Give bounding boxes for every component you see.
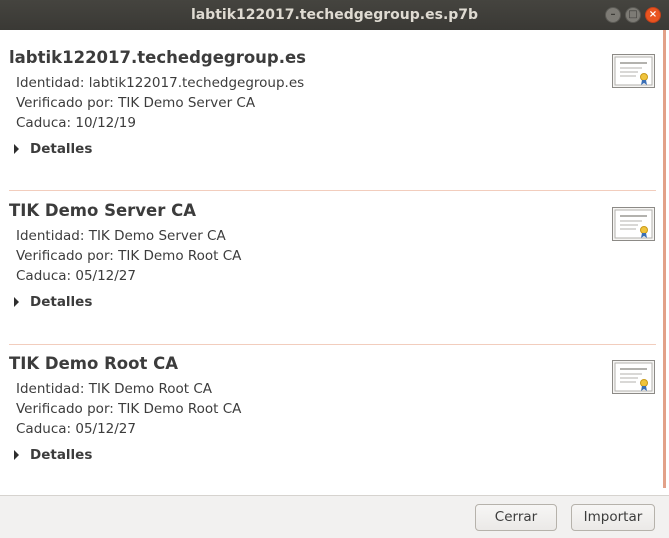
scrollbar-indicator[interactable] [663,30,666,488]
title-bar[interactable]: labtik122017.techedgegroup.es.p7b – □ × [0,0,669,30]
certificate-title: labtik122017.techedgegroup.es [9,48,306,67]
certificate-icon [612,360,655,394]
certificate-identity: Identidad: TIK Demo Root CA [16,381,213,397]
certificate-item: TIK Demo Server CA Identidad: TIK Demo S… [0,183,661,336]
certificate-item: labtik122017.techedgegroup.es Identidad:… [0,30,661,183]
details-expander[interactable]: Detalles [14,447,92,463]
maximize-icon[interactable]: □ [625,7,641,23]
details-label: Detalles [30,141,93,157]
certificate-verified-by: Verificado por: TIK Demo Root CA [16,401,242,417]
certificate-icon [612,207,655,241]
certificate-title: TIK Demo Server CA [9,201,197,220]
certificate-expiry: Caduca: 10/12/19 [16,115,136,131]
import-button[interactable]: Importar [571,504,655,531]
expander-arrow-icon [14,450,19,460]
certificate-identity: Identidad: TIK Demo Server CA [16,228,226,244]
certificate-icon [612,54,655,88]
certificate-expiry: Caduca: 05/12/27 [16,421,136,437]
window-title: labtik122017.techedgegroup.es.p7b [190,7,479,23]
close-icon[interactable]: × [645,7,661,23]
scrollbar[interactable] [661,30,669,495]
details-label: Detalles [30,447,93,463]
certificate-identity: Identidad: labtik122017.techedgegroup.es [16,75,305,91]
details-expander[interactable]: Detalles [14,141,92,157]
certificate-verified-by: Verificado por: TIK Demo Server CA [16,95,256,111]
certificate-verified-by: Verificado por: TIK Demo Root CA [16,248,242,264]
close-button[interactable]: Cerrar [475,504,557,531]
certificate-list: labtik122017.techedgegroup.es Identidad:… [0,30,661,495]
certificate-title: TIK Demo Root CA [9,354,178,373]
certificate-dialog: labtik122017.techedgegroup.es.p7b – □ × … [0,0,669,538]
expander-arrow-icon [14,297,19,307]
certificate-expiry: Caduca: 05/12/27 [16,268,136,284]
window-controls: – □ × [605,7,661,23]
expander-arrow-icon [14,144,19,154]
certificate-item: TIK Demo Root CA Identidad: TIK Demo Roo… [0,336,661,489]
details-expander[interactable]: Detalles [14,294,92,310]
minimize-icon[interactable]: – [605,7,621,23]
details-label: Detalles [30,294,93,310]
action-bar: Cerrar Importar [0,495,669,538]
